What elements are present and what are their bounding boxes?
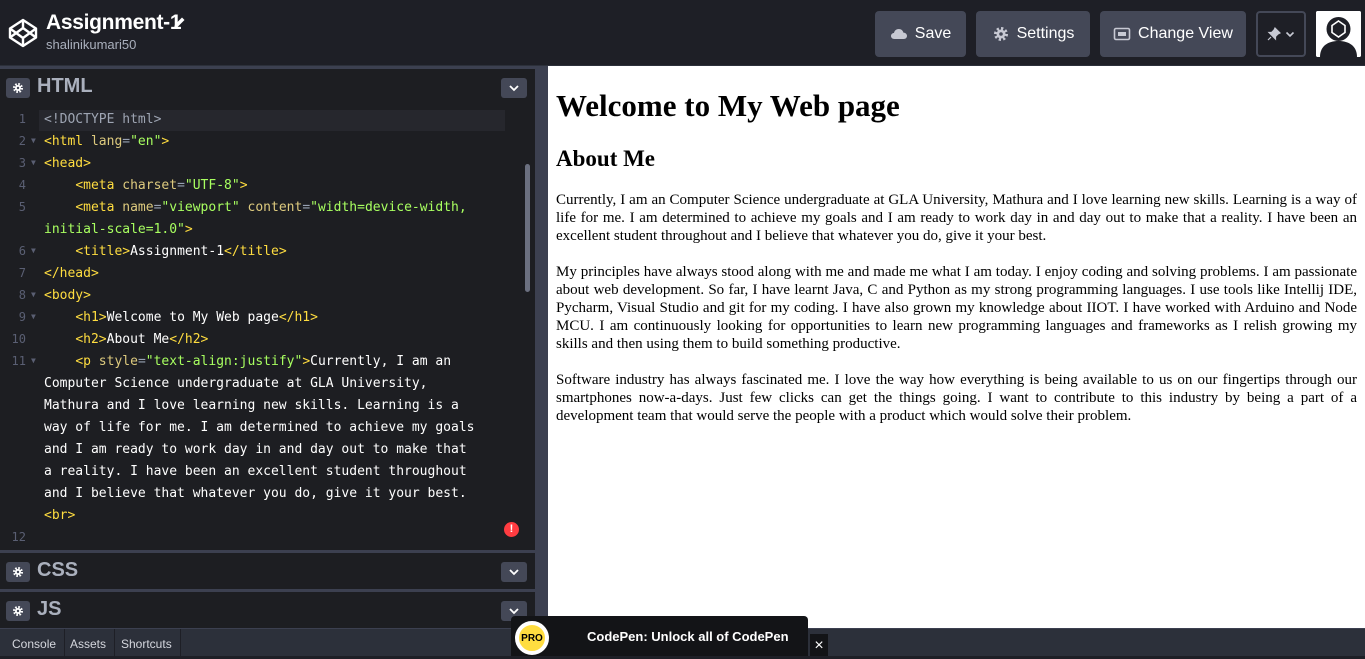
code-line: way of life for me. I am determined to a… — [44, 420, 475, 435]
code-line: initial-scale=1.0"> — [44, 222, 193, 237]
code-line: <head> — [44, 156, 91, 171]
gear-icon — [13, 567, 23, 577]
pen-title[interactable]: Assignment-1 — [46, 11, 182, 35]
line-number: 5 — [18, 200, 26, 214]
top-header: Assignment-1 shalinikumari50 Save Settin… — [0, 0, 1365, 66]
editor-scrollbar[interactable] — [525, 164, 530, 292]
js-editor-title: JS — [37, 598, 62, 620]
pro-badge-icon: PRO — [515, 621, 549, 655]
preview-paragraph: Software industry has always fascinated … — [556, 372, 1357, 424]
error-indicator-icon[interactable]: ! — [504, 522, 519, 537]
code-line: <title>Assignment-1</title> — [75, 244, 287, 259]
preview-paragraph: Currently, I am an Computer Science unde… — [556, 192, 1357, 244]
preview-paragraph: My principles have always stood along wi… — [556, 264, 1357, 352]
code-line: <p style="text-align:justify">Currently,… — [75, 354, 452, 369]
line-number: 3 — [18, 156, 26, 170]
code-line: Mathura and I love learning new skills. … — [44, 398, 459, 413]
save-button[interactable]: Save — [875, 11, 966, 57]
line-number: 4 — [18, 178, 26, 192]
js-settings-button[interactable] — [6, 601, 30, 621]
chevron-down-icon — [509, 608, 519, 615]
layout-icon — [1113, 27, 1131, 41]
html-editor-title: HTML — [37, 75, 93, 97]
chevron-down-icon — [509, 85, 519, 92]
user-avatar[interactable] — [1316, 11, 1361, 57]
fold-arrow-icon[interactable]: ▼ — [31, 158, 39, 167]
edit-pencil-icon[interactable] — [171, 15, 187, 31]
settings-label: Settings — [1016, 25, 1075, 42]
settings-button[interactable]: Settings — [976, 11, 1090, 57]
line-number: 1 — [18, 112, 26, 126]
gear-icon — [993, 27, 1008, 41]
line-number: 6 — [18, 244, 26, 258]
pin-icon — [1267, 27, 1281, 41]
code-line: and I am ready to work day in and day ou… — [44, 442, 467, 457]
change-view-button[interactable]: Change View — [1100, 11, 1246, 57]
change-view-label: Change View — [1138, 25, 1233, 42]
preview-heading: Welcome to My Web page — [556, 88, 900, 123]
pro-promo-banner[interactable]: PRO CodePen: Unlock all of CodePen — [511, 616, 808, 656]
code-line: <br> — [44, 508, 76, 523]
author-username[interactable]: shalinikumari50 — [46, 37, 136, 52]
line-number: 10 — [11, 332, 26, 346]
js-editor-header[interactable]: JS — [0, 589, 535, 626]
code-line: <body> — [44, 288, 91, 303]
codepen-logo-icon[interactable] — [6, 16, 40, 50]
chevron-down-icon — [509, 569, 519, 576]
assets-tab[interactable]: Assets — [62, 629, 116, 657]
preview-pane: Welcome to My Web page About Me Currentl… — [548, 66, 1365, 628]
html-settings-button[interactable] — [6, 78, 30, 98]
css-collapse-button[interactable] — [501, 562, 527, 582]
css-editor-header[interactable]: CSS — [0, 550, 535, 587]
line-number: 8 — [18, 288, 26, 302]
cloud-icon — [890, 29, 907, 39]
code-line: <meta name="viewport" content="width=dev… — [75, 200, 467, 215]
code-line: <html lang="en"> — [44, 134, 170, 149]
css-settings-button[interactable] — [6, 562, 30, 582]
promo-text: CodePen: Unlock all of CodePen — [587, 629, 789, 644]
fold-arrow-icon[interactable]: ▼ — [31, 290, 39, 299]
fold-arrow-icon[interactable]: ▼ — [31, 136, 39, 145]
html-code-editor[interactable]: 1 2 3 4 5 6 7 8 9 10 11 12 ▼ ▼ ▼ ▼ ▼ ▼ <… — [0, 104, 535, 550]
resize-divider[interactable] — [535, 66, 548, 628]
code-line: a reality. I have been an excellent stud… — [44, 464, 467, 479]
gear-icon — [13, 606, 23, 616]
fold-arrow-icon[interactable]: ▼ — [31, 312, 39, 321]
close-icon[interactable]: × — [810, 634, 828, 656]
editor-column: HTML 1 2 3 4 5 6 7 8 9 10 11 12 ▼ ▼ ▼ ▼ … — [0, 66, 535, 628]
css-editor-title: CSS — [37, 559, 79, 581]
line-number: 2 — [18, 134, 26, 148]
html-editor-header[interactable]: HTML — [0, 66, 535, 103]
code-line: <h2>About Me</h2> — [75, 332, 209, 347]
line-number: 12 — [11, 530, 26, 544]
line-number: 7 — [18, 266, 26, 280]
save-label: Save — [914, 25, 952, 42]
console-tab[interactable]: Console — [4, 629, 66, 657]
code-line: <h1>Welcome to My Web page</h1> — [75, 310, 318, 325]
html-collapse-button[interactable] — [501, 78, 527, 98]
gear-icon — [13, 83, 23, 93]
fold-arrow-icon[interactable]: ▼ — [31, 356, 39, 365]
chevron-down-icon — [1285, 31, 1295, 38]
line-number: 9 — [18, 310, 26, 324]
avatar-image-icon — [1316, 11, 1361, 57]
shortcuts-tab[interactable]: Shortcuts — [113, 629, 181, 657]
code-line: <meta charset="UTF-8"> — [75, 178, 248, 193]
code-line: <!DOCTYPE html> — [44, 112, 162, 127]
line-number: 11 — [11, 354, 26, 368]
preview-subheading: About Me — [556, 146, 656, 171]
code-line: Computer Science undergraduate at GLA Un… — [44, 376, 428, 391]
fold-arrow-icon[interactable]: ▼ — [31, 246, 39, 255]
pin-button[interactable] — [1256, 11, 1306, 57]
code-line: and I believe that whatever you do, give… — [44, 486, 467, 501]
code-line: </head> — [44, 266, 99, 281]
